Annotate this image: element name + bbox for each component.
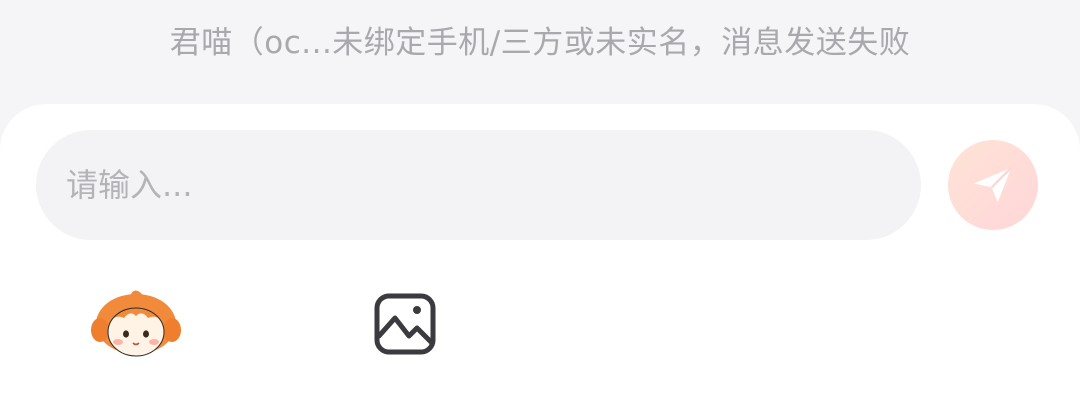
status-notice: 君喵（oc...未绑定手机/三方或未实名，消息发送失败 [169, 24, 911, 61]
message-input-container[interactable] [36, 130, 921, 240]
image-button[interactable] [355, 284, 455, 364]
avatar-sticker-icon [91, 290, 181, 357]
sticker-button[interactable] [86, 284, 186, 364]
send-icon [973, 166, 1013, 203]
composer-panel [0, 104, 1080, 418]
send-button[interactable] [948, 140, 1038, 230]
message-input[interactable] [64, 165, 888, 205]
image-icon [374, 293, 436, 355]
